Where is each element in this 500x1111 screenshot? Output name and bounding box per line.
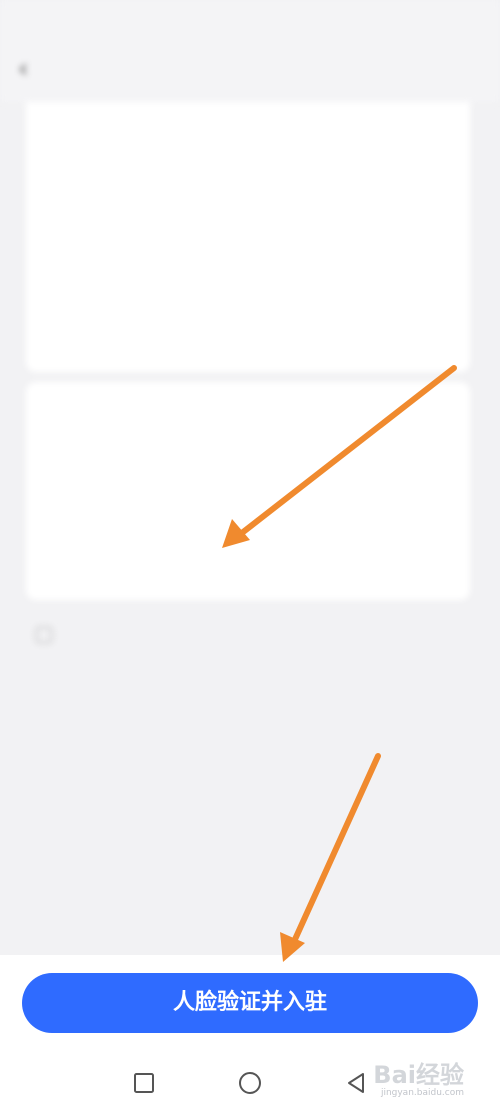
- id-info-card: [26, 102, 470, 372]
- arrow-icon: [280, 753, 381, 962]
- watermark-logo: Bai经验: [373, 1061, 464, 1089]
- agreement-checkbox[interactable]: [36, 627, 52, 643]
- face-verify-join-button[interactable]: 人脸验证并入驻: [22, 973, 478, 1033]
- store-info-card: [26, 382, 470, 600]
- back-icon[interactable]: ‹: [18, 54, 28, 84]
- watermark-url: jingyan.baidu.com: [380, 1088, 464, 1098]
- recent-apps-icon[interactable]: [132, 1071, 156, 1095]
- back-nav-icon[interactable]: [344, 1071, 368, 1095]
- home-icon[interactable]: [238, 1071, 262, 1095]
- agreement-row: [36, 620, 466, 654]
- nav-bar: ‹: [0, 36, 500, 102]
- status-bar: [0, 0, 500, 36]
